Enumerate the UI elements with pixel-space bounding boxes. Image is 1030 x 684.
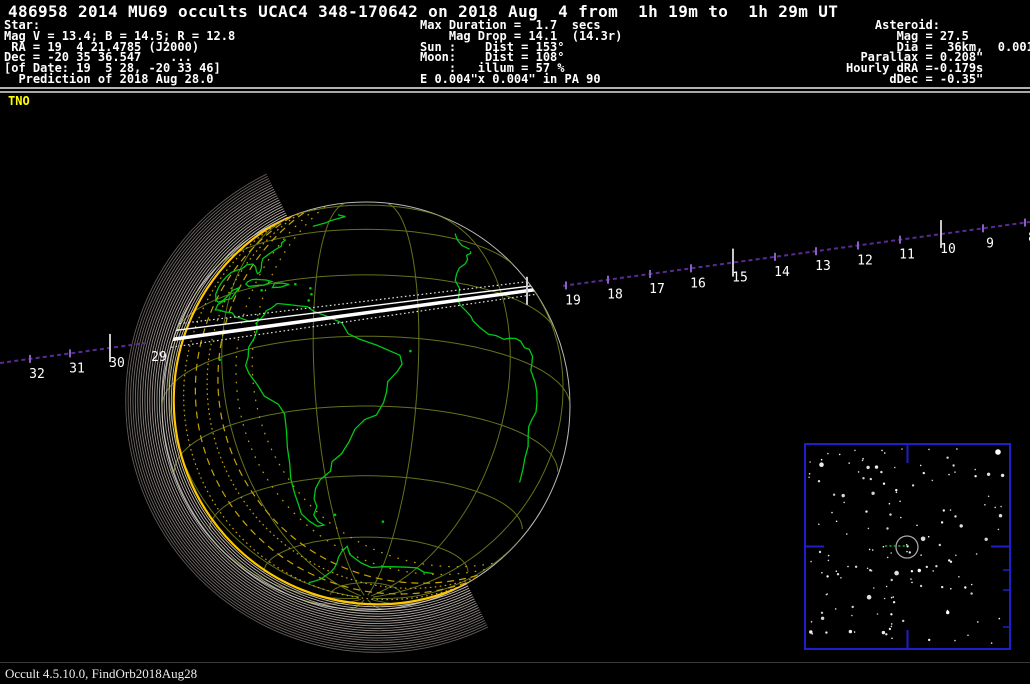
header-separator	[0, 87, 1030, 93]
hour-label: 16	[690, 276, 706, 291]
hour-label: 17	[649, 282, 665, 297]
category-label: TNO	[8, 94, 30, 108]
header: 486958 2014 MU69 occults UCAC4 348-17064…	[0, 0, 1030, 87]
occult-app-window: 323130291918171615141312111098 486958 20…	[0, 0, 1030, 684]
hour-label: 18	[607, 288, 623, 303]
hour-label: 12	[857, 253, 873, 268]
target-star	[907, 546, 909, 548]
hour-label: 14	[774, 265, 790, 280]
hour-label: 19	[565, 293, 581, 308]
hour-label: 11	[899, 248, 915, 263]
finder-chart[interactable]	[805, 444, 1010, 649]
hour-label: 31	[69, 361, 85, 376]
occultation-map[interactable]: 323130291918171615141312111098	[0, 0, 1030, 684]
version-text: Occult 4.5.10.0, FindOrb2018Aug28	[5, 666, 197, 682]
star-info-block: Star: Mag V = 13.4; B = 14.5; R = 12.8 R…	[4, 20, 235, 85]
asteroid-info-block: Asteroid: Mag = 27.5 Dia = 36km, 0.001" …	[846, 20, 1030, 85]
daylight-shading	[126, 148, 630, 652]
terminator-line	[174, 196, 582, 604]
coastlines	[215, 215, 537, 583]
hour-label: 29	[151, 350, 167, 365]
bright-star	[995, 449, 1001, 455]
status-bar: Occult 4.5.10.0, FindOrb2018Aug28	[0, 662, 1030, 684]
event-info-block: Max Duration = 1.7 secs Mag Drop = 14.1 …	[420, 20, 622, 85]
twilight-lines	[184, 159, 661, 600]
hour-label: 32	[29, 367, 45, 382]
hour-label: 13	[815, 259, 831, 274]
hour-label: 30	[109, 356, 125, 371]
hour-label: 9	[986, 236, 994, 251]
hour-label: 15	[732, 271, 748, 286]
hour-label: 10	[940, 242, 956, 257]
